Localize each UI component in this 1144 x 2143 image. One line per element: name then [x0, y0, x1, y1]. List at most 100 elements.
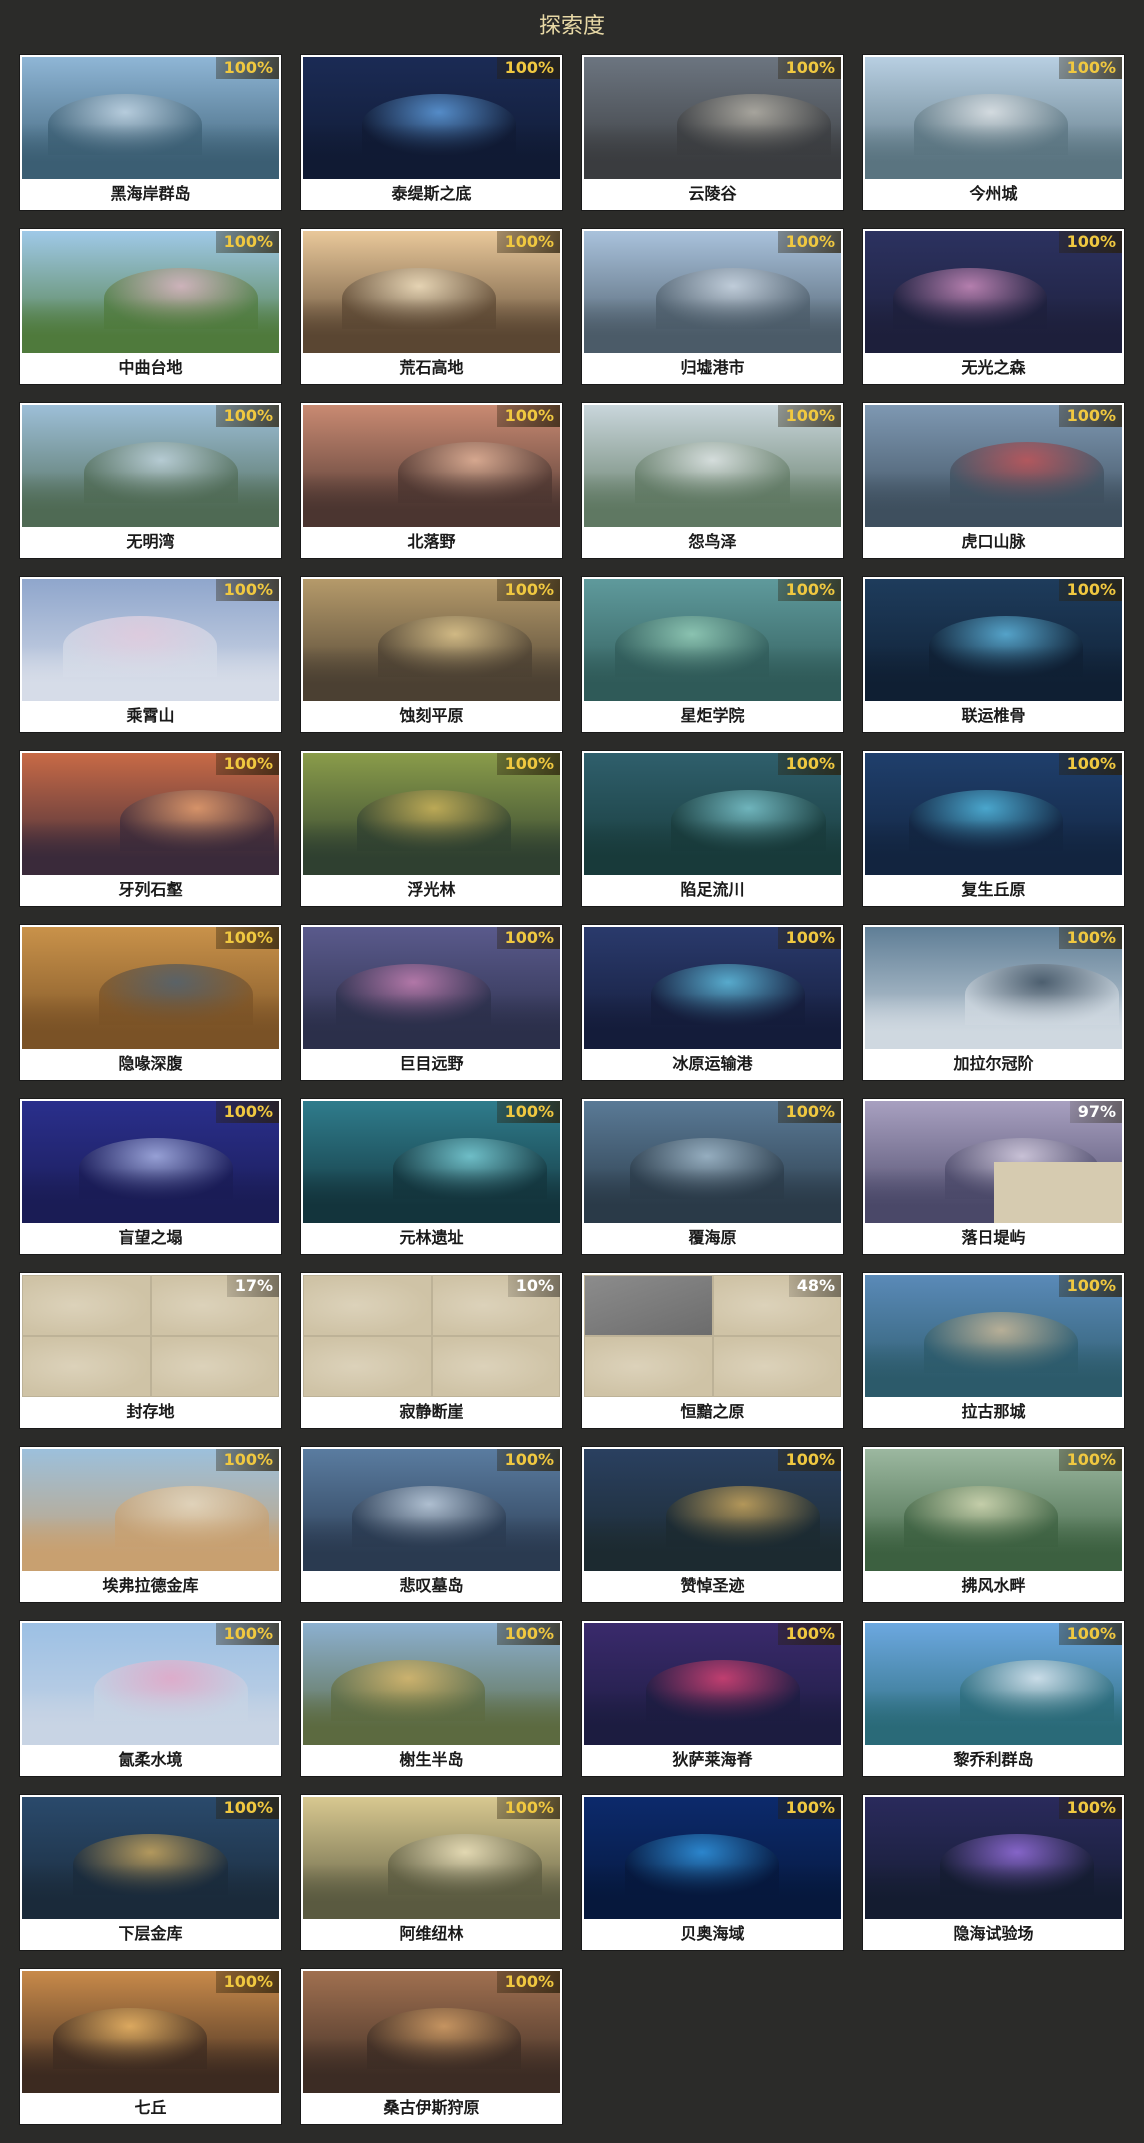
region-card[interactable]: 100% 归墟港市	[582, 229, 843, 384]
region-name: 陷足流川	[680, 879, 745, 899]
region-card[interactable]: 100% 虎口山脉	[863, 403, 1124, 558]
region-thumbnail: 100%	[22, 1623, 279, 1745]
region-card[interactable]: 100% 陷足流川	[582, 751, 843, 906]
region-card[interactable]: 100% 北落野	[301, 403, 562, 558]
exploration-percent-badge: 100%	[1058, 231, 1122, 253]
region-card[interactable]: 100% 隐喙深腹	[20, 925, 281, 1080]
region-thumbnail: 100%	[584, 57, 841, 179]
scenery-ground	[865, 472, 1122, 527]
region-card[interactable]: 17% 封存地	[20, 1273, 281, 1428]
region-card[interactable]: 100% 无光之森	[863, 229, 1124, 384]
region-card[interactable]: 100% 冰原运输港	[582, 925, 843, 1080]
region-card[interactable]: 100% 赞悼圣迹	[582, 1447, 843, 1602]
region-card[interactable]: 100% 榭生半岛	[301, 1621, 562, 1776]
region-card[interactable]: 100% 七丘	[20, 1969, 281, 2124]
region-thumbnail: 100%	[303, 753, 560, 875]
region-thumbnail: 100%	[584, 579, 841, 701]
region-thumbnail: 100%	[865, 405, 1122, 527]
region-thumbnail: 100%	[303, 405, 560, 527]
exploration-percent-badge: 100%	[777, 1101, 841, 1123]
scenery-ground	[865, 646, 1122, 701]
region-card[interactable]: 100% 联运椎骨	[863, 577, 1124, 732]
region-name: 怨鸟泽	[688, 531, 737, 551]
scenery-ground	[584, 1516, 841, 1571]
scenery-ground	[303, 298, 560, 353]
region-card[interactable]: 100% 牙列石壑	[20, 751, 281, 906]
exploration-percent-badge: 100%	[496, 1797, 560, 1819]
scenery-ground	[865, 820, 1122, 875]
region-card[interactable]: 100% 黎乔利群岛	[863, 1621, 1124, 1776]
region-card[interactable]: 100% 阿维纽林	[301, 1795, 562, 1950]
region-card[interactable]: 100% 乘霄山	[20, 577, 281, 732]
exploration-percent-badge: 100%	[215, 927, 279, 949]
exploration-percent-badge: 100%	[777, 405, 841, 427]
exploration-percent-badge: 100%	[496, 753, 560, 775]
region-card[interactable]: 100% 蚀刻平原	[301, 577, 562, 732]
region-card[interactable]: 100% 云陵谷	[582, 55, 843, 210]
region-name: 复生丘原	[961, 879, 1026, 899]
scenery-ground	[584, 1864, 841, 1919]
region-card[interactable]: 100% 怨鸟泽	[582, 403, 843, 558]
exploration-percent-badge: 100%	[1058, 753, 1122, 775]
region-card[interactable]: 100% 桑古伊斯狩原	[301, 1969, 562, 2124]
map-tile	[303, 1336, 432, 1397]
scenery-ground	[22, 646, 279, 701]
region-name: 虎口山脉	[961, 531, 1026, 551]
region-name: 悲叹墓岛	[399, 1575, 464, 1595]
region-card[interactable]: 100% 下层金库	[20, 1795, 281, 1950]
exploration-percent-badge: 100%	[1058, 1797, 1122, 1819]
exploration-percent-badge: 100%	[1058, 927, 1122, 949]
exploration-percent-badge: 100%	[496, 405, 560, 427]
region-name: 黑海岸群岛	[110, 183, 191, 203]
region-card[interactable]: 100% 悲叹墓岛	[301, 1447, 562, 1602]
region-card[interactable]: 100% 覆海原	[582, 1099, 843, 1254]
region-thumbnail: 100%	[303, 579, 560, 701]
region-name: 埃弗拉德金库	[102, 1575, 199, 1595]
scenery-ground	[303, 1864, 560, 1919]
region-card[interactable]: 100% 复生丘原	[863, 751, 1124, 906]
region-card[interactable]: 100% 拉古那城	[863, 1273, 1124, 1428]
region-card[interactable]: 100% 无明湾	[20, 403, 281, 558]
region-card[interactable]: 100% 泰缇斯之底	[301, 55, 562, 210]
region-name: 联运椎骨	[961, 705, 1026, 725]
region-name: 封存地	[126, 1401, 175, 1421]
exploration-percent-badge: 100%	[215, 579, 279, 601]
exploration-percent-badge: 100%	[1058, 405, 1122, 427]
exploration-percent-badge: 100%	[215, 753, 279, 775]
scenery-ground	[303, 124, 560, 179]
scenery-ground	[303, 1516, 560, 1571]
region-card[interactable]: 97% 落日堤屿	[863, 1099, 1124, 1254]
region-card[interactable]: 100% 氤柔水境	[20, 1621, 281, 1776]
region-thumbnail: 100%	[865, 231, 1122, 353]
region-thumbnail: 100%	[865, 57, 1122, 179]
scenery-ground	[303, 2038, 560, 2093]
region-card[interactable]: 100% 加拉尔冠阶	[863, 925, 1124, 1080]
region-name: 氤柔水境	[118, 1749, 183, 1769]
region-card[interactable]: 100% 今州城	[863, 55, 1124, 210]
region-name: 今州城	[969, 183, 1018, 203]
region-card[interactable]: 100% 中曲台地	[20, 229, 281, 384]
region-card[interactable]: 100% 黑海岸群岛	[20, 55, 281, 210]
region-thumbnail: 100%	[303, 57, 560, 179]
region-card[interactable]: 100% 拂风水畔	[863, 1447, 1124, 1602]
region-name: 赞悼圣迹	[680, 1575, 745, 1595]
region-card[interactable]: 10% 寂静断崖	[301, 1273, 562, 1428]
region-card[interactable]: 100% 浮光林	[301, 751, 562, 906]
region-card[interactable]: 48% 恒黯之原	[582, 1273, 843, 1428]
region-card[interactable]: 100% 星炬学院	[582, 577, 843, 732]
region-card[interactable]: 100% 狄萨莱海脊	[582, 1621, 843, 1776]
region-thumbnail: 10%	[303, 1275, 560, 1397]
region-card[interactable]: 100% 荒石高地	[301, 229, 562, 384]
region-card[interactable]: 100% 贝奥海域	[582, 1795, 843, 1950]
region-card[interactable]: 100% 元林遗址	[301, 1099, 562, 1254]
exploration-percent-badge: 100%	[496, 1449, 560, 1471]
region-card[interactable]: 100% 隐海试验场	[863, 1795, 1124, 1950]
region-card[interactable]: 100% 巨目远野	[301, 925, 562, 1080]
region-name: 榭生半岛	[399, 1749, 464, 1769]
region-name: 覆海原	[688, 1227, 737, 1247]
region-card[interactable]: 100% 盲望之塌	[20, 1099, 281, 1254]
scenery-ground	[303, 472, 560, 527]
region-thumbnail: 100%	[22, 1101, 279, 1223]
region-card[interactable]: 100% 埃弗拉德金库	[20, 1447, 281, 1602]
region-name: 加拉尔冠阶	[953, 1053, 1034, 1073]
